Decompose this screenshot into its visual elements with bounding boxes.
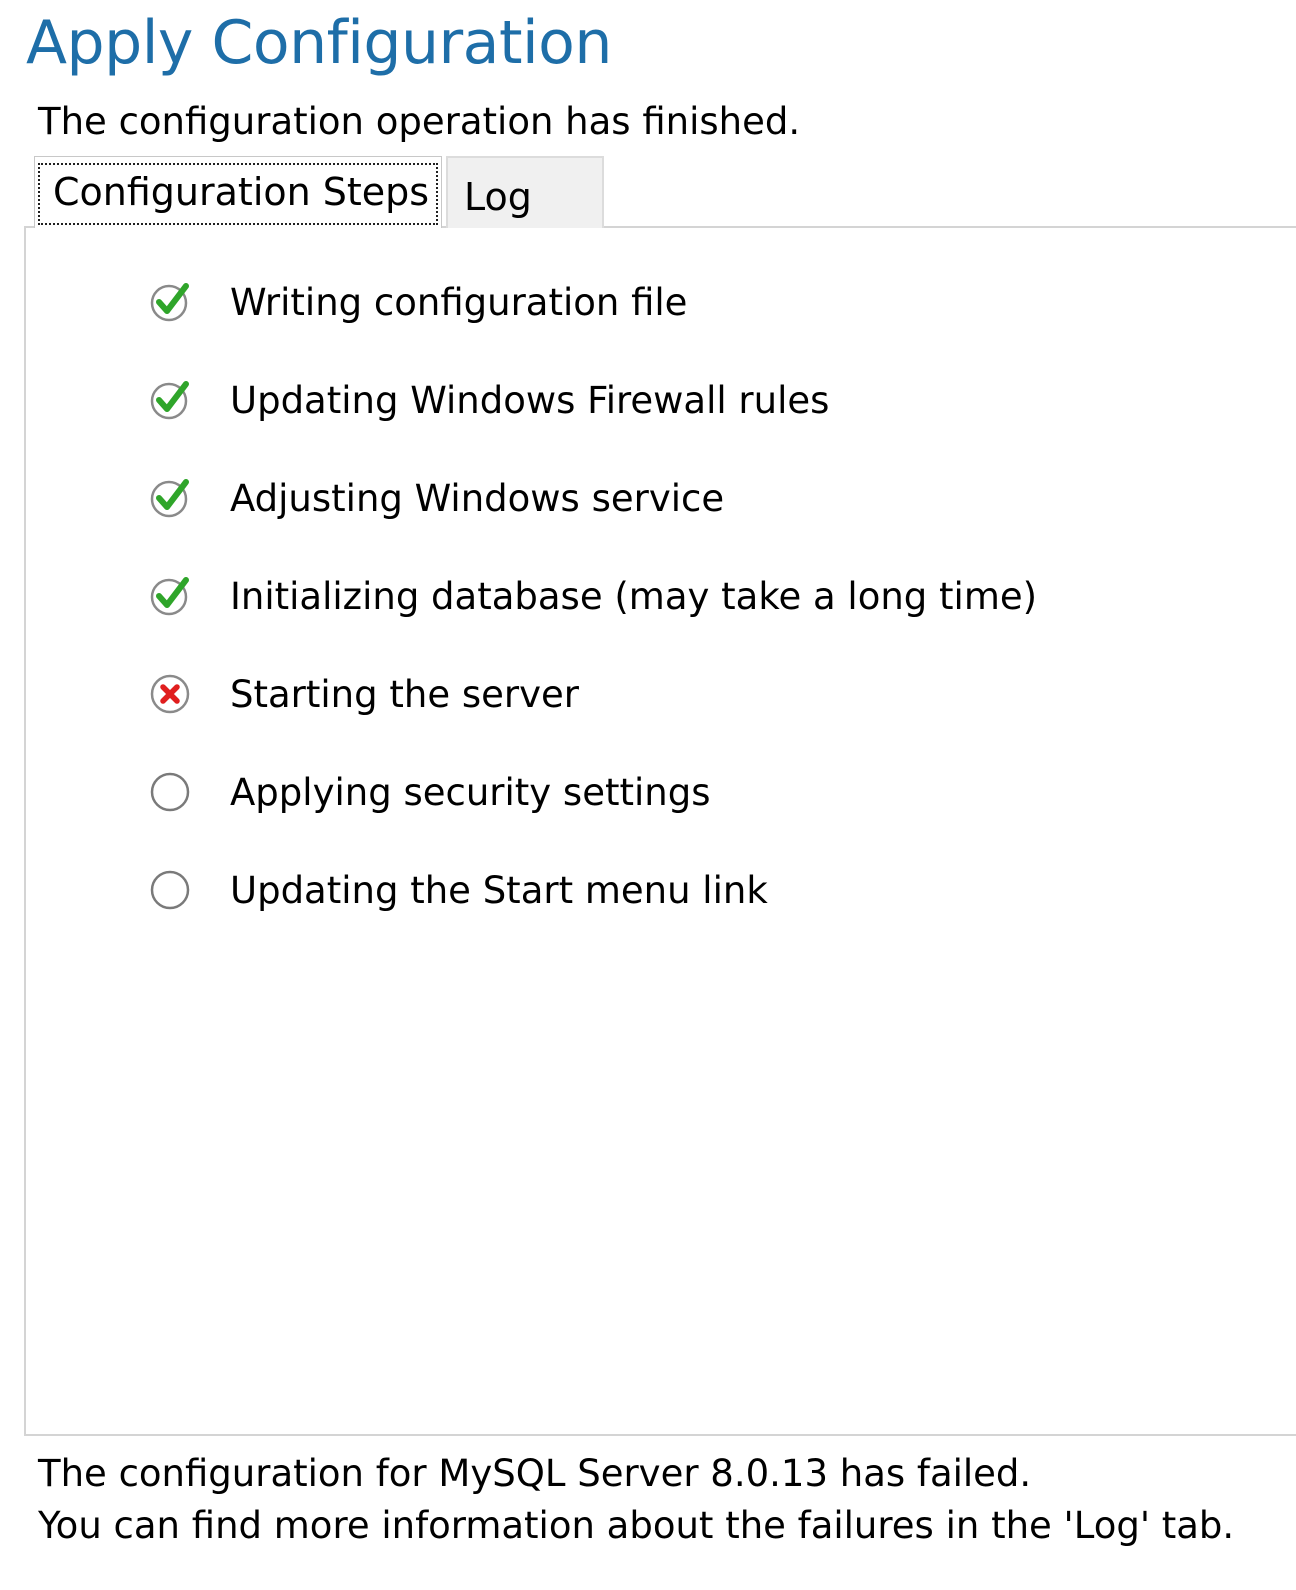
check-circle-icon [150,381,189,420]
step-label: Adjusting Windows service [230,476,725,520]
tab-label: Log [464,175,532,219]
step-label: Initializing database (may take a long t… [230,574,1038,618]
status-message: The configuration operation has finished… [38,100,801,143]
empty-circle-icon [150,772,190,812]
check-circle-icon [150,283,189,322]
step-label: Updating Windows Firewall rules [230,378,830,422]
failure-message-line-1: The configuration for MySQL Server 8.0.1… [38,1452,1032,1495]
step-label: Writing configuration file [230,280,688,324]
tab-configuration-steps[interactable]: Configuration Steps [34,156,442,228]
configuration-steps-panel: Writing configuration file Updating Wind… [24,226,1296,1436]
failure-message: The configuration for MySQL Server 8.0.1… [38,1448,1234,1552]
failure-message-line-2: You can find more information about the … [38,1504,1235,1547]
check-circle-icon [150,577,189,616]
step-updating-firewall-rules: Updating Windows Firewall rules [148,370,829,430]
step-starting-the-server: Starting the server [148,664,579,724]
step-applying-security-settings: Applying security settings [148,762,710,822]
tab-label: Configuration Steps [53,170,430,214]
step-adjusting-windows-service: Adjusting Windows service [148,468,724,528]
tab-log[interactable]: Log [446,156,604,228]
step-label: Starting the server [230,672,579,716]
page-title: Apply Configuration [26,8,612,78]
error-x-icon [150,674,190,714]
step-initializing-database: Initializing database (may take a long t… [148,566,1037,626]
step-label: Updating the Start menu link [230,868,768,912]
step-label: Applying security settings [230,770,711,814]
check-circle-icon [150,479,189,518]
step-updating-start-menu-link: Updating the Start menu link [148,860,768,920]
step-writing-configuration-file: Writing configuration file [148,272,687,332]
empty-circle-icon [150,870,190,910]
